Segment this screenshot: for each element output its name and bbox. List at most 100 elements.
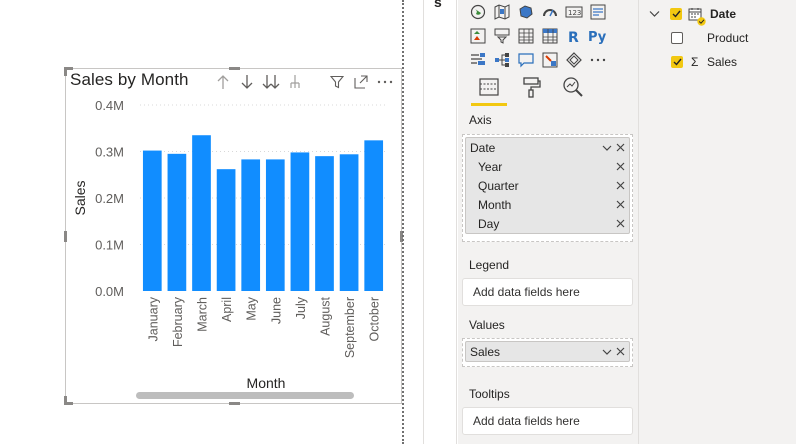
x-tick-label: March: [196, 297, 210, 332]
hierarchy-level-name: Day: [478, 216, 500, 231]
y-tick-label: 0.1M: [95, 238, 124, 253]
chart-plot-area: 0.0M 0.1M 0.2M 0.3M 0.4M Sales January February…: [72, 98, 386, 391]
fields-pane: Date Product Σ Sales: [638, 0, 796, 444]
gauge-icon[interactable]: [538, 0, 561, 23]
field-item-product[interactable]: Product: [671, 28, 748, 48]
axis-field-name: Date: [470, 140, 496, 155]
bar-may: [241, 159, 261, 291]
remove-level-icon[interactable]: [616, 179, 625, 193]
sigma-icon: Σ: [691, 55, 699, 69]
checkbox-checked[interactable]: [671, 56, 683, 68]
y-axis-title: Sales: [72, 180, 88, 215]
bar-june: [265, 159, 285, 291]
hierarchy-level-name: Year: [478, 159, 503, 174]
table-icon[interactable]: [514, 24, 537, 47]
arrow-up-icon[interactable]: [211, 71, 235, 93]
canvas-page-border: [402, 0, 404, 444]
strip-label: s: [434, 0, 442, 10]
x-axis-title: Month: [247, 375, 286, 391]
visual-header-toolbar: [211, 71, 397, 93]
axis-section-label: Axis: [469, 113, 492, 127]
axis-well[interactable]: Date Year Quarter Month Day: [462, 134, 633, 242]
field-table-date[interactable]: Date: [649, 4, 737, 26]
more-options-icon[interactable]: [373, 71, 397, 93]
tab-fields[interactable]: [468, 72, 510, 106]
hierarchy-level-name: Month: [478, 197, 512, 212]
tab-analytics[interactable]: [552, 72, 594, 106]
field-table-name: Date: [710, 7, 737, 21]
axis-field-pill[interactable]: Date Year Quarter Month Day: [465, 137, 630, 234]
x-tick-label: April: [220, 297, 234, 322]
filter-icon[interactable]: [325, 71, 349, 93]
x-tick-label: September: [343, 297, 357, 358]
horizontal-scrollbar[interactable]: [136, 392, 354, 399]
visual-title: Sales by Month: [70, 70, 189, 89]
smart-narrative-icon[interactable]: [538, 48, 561, 71]
y-tick-label: 0.2M: [95, 191, 124, 206]
kpi-icon[interactable]: [466, 24, 489, 47]
x-tick-label: July: [294, 296, 308, 319]
globe-map-icon[interactable]: [466, 0, 489, 23]
analytics-magnifier-icon: [562, 76, 584, 103]
filled-map-icon[interactable]: [490, 0, 513, 23]
hierarchy-level-row[interactable]: Quarter: [466, 176, 629, 195]
bar-september: [339, 154, 359, 291]
python-visual-icon[interactable]: Py: [586, 24, 609, 47]
tab-format[interactable]: [510, 72, 552, 106]
bar-april: [216, 169, 236, 291]
values-field-name: Sales: [470, 344, 501, 359]
legend-well[interactable]: Add data fields here: [462, 278, 633, 306]
collapsed-filters-strip[interactable]: s: [424, 0, 457, 444]
key-influencers-icon[interactable]: [466, 48, 489, 71]
x-tick-label: August: [319, 296, 333, 335]
y-tick-label: 0.4M: [95, 98, 124, 113]
remove-level-icon[interactable]: [616, 160, 625, 174]
slicer-icon[interactable]: [490, 24, 513, 47]
field-name: Sales: [707, 55, 738, 69]
tooltips-well[interactable]: Add data fields here: [462, 407, 633, 435]
hierarchy-level-row[interactable]: Month: [466, 195, 629, 214]
bar-chart-visual[interactable]: 0.0M 0.1M 0.2M 0.3M 0.4M Sales January February…: [64, 67, 403, 405]
legend-section-label: Legend: [469, 258, 510, 272]
power-apps-icon[interactable]: [562, 48, 585, 71]
r-script-visual-icon[interactable]: R: [562, 24, 585, 47]
axis-field-header[interactable]: Date: [466, 138, 629, 157]
viz-pane-tabs: [468, 72, 594, 106]
expand-hierarchy-icon[interactable]: [283, 71, 307, 93]
matrix-icon[interactable]: [538, 24, 561, 47]
more-visuals-icon[interactable]: [586, 48, 609, 71]
hierarchy-level-row[interactable]: Year: [466, 157, 629, 176]
checkbox-unchecked[interactable]: [671, 32, 683, 44]
card-icon[interactable]: 123: [562, 0, 585, 23]
remove-field-icon[interactable]: [616, 345, 625, 359]
values-field-pill[interactable]: Sales: [465, 341, 630, 362]
decomposition-tree-icon[interactable]: [490, 48, 513, 71]
svg-text:Py: Py: [588, 30, 607, 44]
focus-mode-icon[interactable]: [349, 71, 373, 93]
bar-february: [167, 153, 187, 291]
remove-level-icon[interactable]: [616, 198, 625, 212]
arrow-down-icon[interactable]: [235, 71, 259, 93]
field-item-sales[interactable]: Σ Sales: [671, 52, 737, 72]
remove-level-icon[interactable]: [616, 217, 625, 231]
chevron-down-icon[interactable]: [602, 141, 612, 155]
x-tick-label: January: [146, 296, 160, 341]
values-well[interactable]: Sales: [462, 338, 633, 367]
chevron-down-icon[interactable]: [602, 345, 612, 359]
x-tick-label: May: [245, 296, 259, 320]
fields-wells-icon: [478, 77, 500, 102]
x-tick-label: June: [269, 297, 283, 324]
calendar-table-icon: [688, 7, 706, 26]
report-canvas[interactable]: 0.0M 0.1M 0.2M 0.3M 0.4M Sales January February…: [0, 0, 404, 444]
hierarchy-level-row[interactable]: Day: [466, 214, 629, 233]
remove-field-icon[interactable]: [616, 141, 625, 155]
bar-october: [364, 140, 384, 291]
chevron-down-icon[interactable]: [649, 7, 660, 21]
shape-map-icon[interactable]: [514, 0, 537, 23]
qa-visual-icon[interactable]: [514, 48, 537, 71]
hierarchy-level-name: Quarter: [478, 178, 519, 193]
multi-row-card-icon[interactable]: [586, 0, 609, 23]
double-arrow-down-icon[interactable]: [259, 71, 283, 93]
checkbox-checked[interactable]: [670, 8, 682, 20]
values-field-header[interactable]: Sales: [466, 342, 629, 361]
